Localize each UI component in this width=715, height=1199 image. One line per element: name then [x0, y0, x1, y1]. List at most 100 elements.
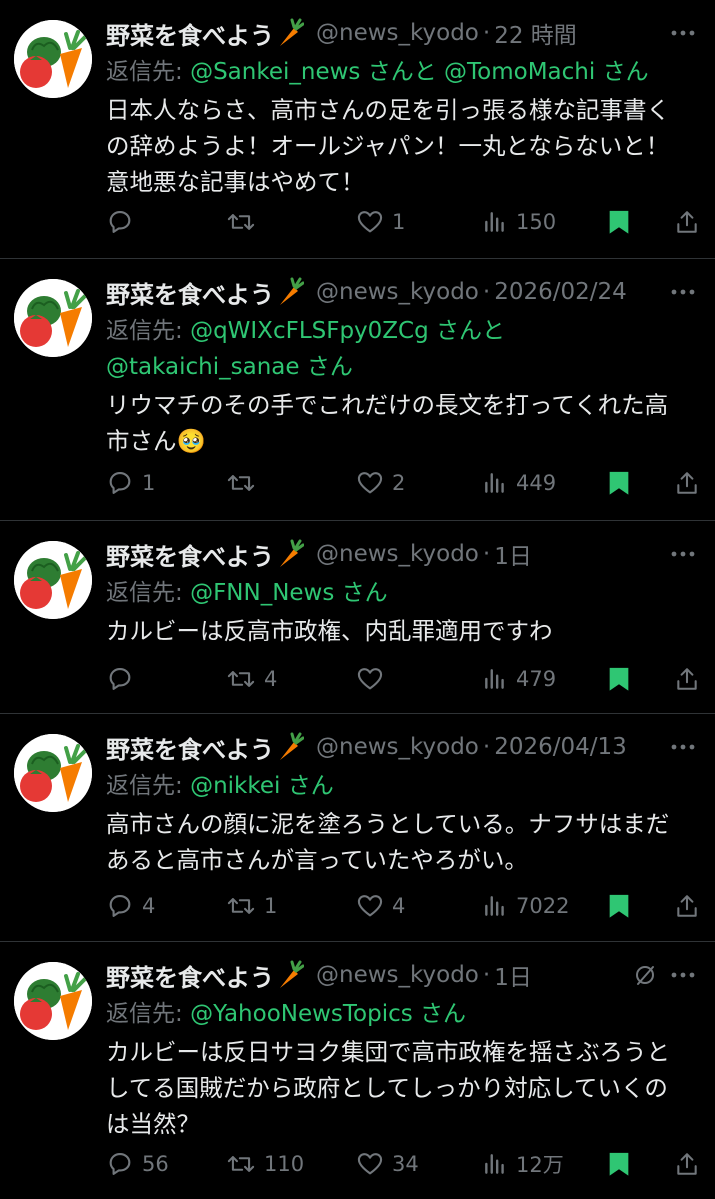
handle[interactable]: @news_kyodo — [316, 541, 479, 567]
like-button[interactable]: 1 — [356, 208, 405, 236]
separator: · — [482, 734, 491, 760]
like-count: 2 — [392, 471, 406, 495]
retweet-button[interactable]: 4 — [226, 665, 277, 693]
tweet[interactable]: 野菜を食べよう @news_kyodo · 2026/02/24 返信先: @q… — [0, 259, 715, 521]
like-count: 1 — [392, 210, 406, 234]
reply-mentions[interactable]: @YahooNewsTopics さん — [190, 1001, 466, 1027]
retweet-button[interactable] — [226, 208, 264, 236]
action-bar: 1 2 449 — [106, 463, 701, 503]
retweet-button[interactable] — [226, 469, 264, 497]
share-icon — [677, 1153, 697, 1175]
share-button[interactable] — [674, 665, 700, 693]
share-button[interactable] — [674, 469, 700, 497]
retweet-button[interactable]: 1 — [226, 892, 277, 920]
share-icon — [677, 211, 697, 233]
view-count: 7022 — [516, 894, 570, 918]
display-name[interactable]: 野菜を食べよう — [106, 16, 274, 51]
text-line: カルビーは反高市政権、内乱罪適用ですわ — [106, 617, 553, 645]
reply-button[interactable]: 56 — [106, 1150, 169, 1178]
handle[interactable]: @news_kyodo — [316, 734, 479, 760]
bookmark-button[interactable] — [606, 1150, 632, 1178]
tweet-text: 高市さんの顔に泥を塗ろうとしている。ナフサはまだ あると高市さんが言っていたやろ… — [106, 806, 695, 878]
views-icon — [485, 896, 504, 916]
share-button[interactable] — [674, 892, 700, 920]
bookmark-button[interactable] — [606, 892, 632, 920]
bookmark-button[interactable] — [606, 469, 632, 497]
views-button[interactable]: 12万 — [482, 1149, 564, 1179]
reply-icon — [109, 895, 131, 917]
reply-mentions[interactable]: @FNN_News さん — [190, 580, 388, 606]
retweet-count: 110 — [264, 1152, 305, 1176]
retweet-button[interactable]: 110 — [226, 1150, 304, 1178]
text-line: 日本人ならさ、高市さんの足を引っ張る様な記事書く — [106, 96, 670, 124]
handle[interactable]: @news_kyodo — [316, 279, 479, 305]
reply-button[interactable]: 1 — [106, 469, 155, 497]
retweet-count: 4 — [264, 667, 278, 691]
like-count: 4 — [392, 894, 406, 918]
like-button[interactable]: 4 — [356, 892, 405, 920]
reply-mentions[interactable]: @qWIXcFLSFpy0ZCg さんと — [190, 318, 505, 344]
bookmark-button[interactable] — [606, 665, 632, 693]
tweet[interactable]: 野菜を食べよう @news_kyodo · 1日 返信先: @YahooNews… — [0, 942, 715, 1199]
reply-prefix: 返信先: — [106, 773, 191, 799]
retweet-count: 1 — [264, 894, 278, 918]
carrot-emoji-icon — [280, 960, 304, 988]
reply-to: 返信先: @qWIXcFLSFpy0ZCg さんと — [106, 313, 695, 349]
display-name[interactable]: 野菜を食べよう — [106, 537, 274, 572]
timestamp[interactable]: 2026/02/24 — [494, 279, 627, 305]
bookmark-button[interactable] — [606, 208, 632, 236]
avatar[interactable] — [14, 734, 92, 812]
reply-button[interactable] — [106, 665, 142, 693]
like-button[interactable]: 2 — [356, 469, 405, 497]
like-count: 34 — [392, 1152, 419, 1176]
vegetables-avatar-icon — [14, 734, 92, 812]
avatar[interactable] — [14, 20, 92, 98]
timestamp[interactable]: 2026/04/13 — [494, 734, 627, 760]
views-button[interactable]: 150 — [482, 209, 556, 235]
text-line: は当然？ — [106, 1110, 200, 1138]
avatar[interactable] — [14, 962, 92, 1040]
grok-icon[interactable] — [633, 963, 657, 987]
handle[interactable]: @news_kyodo — [316, 962, 479, 988]
tweet[interactable]: 野菜を食べよう @news_kyodo · 2026/04/13 返信先: @n… — [0, 714, 715, 942]
view-count: 150 — [516, 210, 557, 234]
more-icon[interactable] — [671, 30, 695, 36]
views-icon — [485, 1154, 504, 1174]
like-button[interactable]: 34 — [356, 1150, 419, 1178]
like-button[interactable] — [356, 665, 392, 693]
action-bar: 1 150 — [106, 202, 701, 242]
timestamp[interactable]: 1日 — [494, 958, 532, 992]
tweet[interactable]: 野菜を食べよう @news_kyodo · 22 時間 返信先: @Sankei… — [0, 0, 715, 259]
share-button[interactable] — [674, 1150, 700, 1178]
more-icon[interactable] — [671, 551, 695, 557]
views-button[interactable]: 7022 — [482, 893, 569, 919]
reply-count: 4 — [142, 894, 156, 918]
text-line: してる国賊だから政府としてしっかり対応していくの — [106, 1074, 668, 1102]
avatar[interactable] — [14, 541, 92, 619]
share-icon — [677, 472, 697, 494]
display-name[interactable]: 野菜を食べよう — [106, 730, 274, 765]
retweet-icon — [227, 671, 255, 687]
handle[interactable]: @news_kyodo — [316, 20, 479, 46]
vegetables-avatar-icon — [14, 962, 92, 1040]
timestamp[interactable]: 22 時間 — [494, 16, 577, 50]
text-line: あると高市さんが言っていたやろがい。 — [106, 846, 528, 874]
avatar[interactable] — [14, 279, 92, 357]
reply-mentions-line2[interactable]: @takaichi_sanae さん — [106, 349, 695, 385]
tweet[interactable]: 野菜を食べよう @news_kyodo · 1日 返信先: @FNN_News … — [0, 521, 715, 714]
display-name[interactable]: 野菜を食べよう — [106, 958, 274, 993]
carrot-emoji-icon — [280, 539, 304, 567]
share-button[interactable] — [674, 208, 700, 236]
view-count: 12万 — [516, 1153, 564, 1177]
timestamp[interactable]: 1日 — [494, 537, 532, 571]
reply-button[interactable] — [106, 208, 142, 236]
more-icon[interactable] — [671, 744, 695, 750]
display-name[interactable]: 野菜を食べよう — [106, 275, 274, 310]
reply-button[interactable]: 4 — [106, 892, 155, 920]
more-icon[interactable] — [671, 289, 695, 295]
views-button[interactable]: 479 — [482, 666, 556, 692]
reply-mentions[interactable]: @nikkei さん — [190, 773, 334, 799]
views-button[interactable]: 449 — [482, 470, 556, 496]
more-icon[interactable] — [671, 972, 695, 978]
reply-mentions[interactable]: @Sankei_news さんと @TomoMachi さん — [190, 59, 649, 85]
